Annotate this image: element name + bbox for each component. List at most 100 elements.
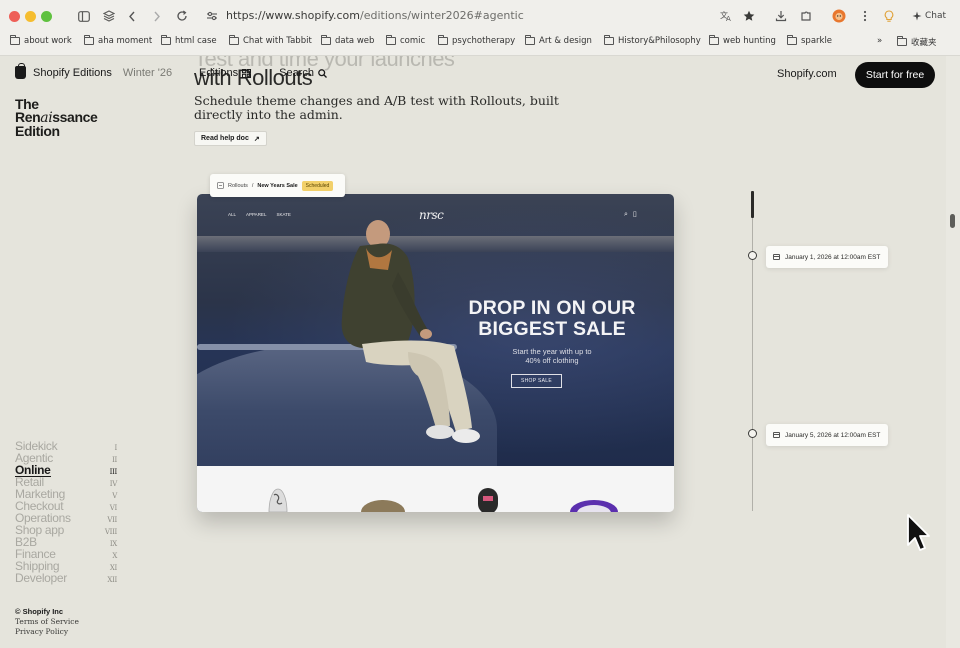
bookmark-folder[interactable]: comic	[386, 35, 425, 46]
mouse-cursor-icon	[907, 514, 930, 551]
browser-chrome: https://www.shopify.com/editions/winter2…	[0, 0, 960, 56]
editions-menu[interactable]: Editions	[199, 67, 252, 79]
page-scrollbar[interactable]	[946, 56, 960, 648]
url-path: /editions/winter2026#agentic	[360, 9, 524, 22]
extensions-icon[interactable]	[795, 5, 817, 27]
product-strip	[197, 466, 674, 512]
bookmark-folder[interactable]: Chat with Tabbit	[229, 35, 312, 46]
start-for-free-button[interactable]: Start for free	[855, 62, 935, 88]
status-badge: Scheduled	[301, 180, 334, 191]
product-image	[268, 488, 288, 512]
bookmark-folder[interactable]: psychotherapy	[438, 35, 515, 46]
shopify-com-link[interactable]: Shopify.com	[777, 68, 837, 80]
bookmark-folder[interactable]: web hunting	[709, 35, 776, 46]
fullscreen-window-button[interactable]	[41, 11, 52, 22]
folder-icon	[321, 35, 331, 45]
site-settings-icon[interactable]	[201, 5, 223, 27]
bookmarks-bar: about work aha moment html case Chat wit…	[0, 32, 960, 54]
footer: © Shopify Inc Terms of Service Privacy P…	[15, 607, 79, 637]
store-nav-link: SKATE	[276, 212, 291, 217]
bookmark-folder[interactable]: data web	[321, 35, 374, 46]
product-image	[361, 500, 405, 512]
sidebar-item-developer[interactable]: Developer XII	[15, 572, 117, 584]
folder-icon	[84, 35, 94, 45]
calendar-icon	[773, 432, 780, 438]
store-nav: ALL APPAREL SKATE nrsc ⌕ ▯	[197, 208, 674, 222]
search-icon	[318, 68, 327, 78]
product-image	[478, 488, 498, 512]
lightbulb-icon[interactable]	[878, 5, 900, 27]
shopify-bag-icon	[15, 63, 26, 79]
bookmarks-overflow-button[interactable]: »	[877, 36, 882, 46]
store-nav-link: APPAREL	[246, 212, 267, 217]
external-arrow-icon: ↗	[253, 135, 260, 143]
download-icon[interactable]	[770, 5, 792, 27]
back-icon[interactable]	[121, 5, 143, 27]
bookmark-folder[interactable]: aha moment	[84, 35, 152, 46]
timeline-node[interactable]	[748, 429, 757, 438]
scrollbar-thumb[interactable]	[950, 214, 955, 228]
sparkle-icon	[912, 11, 922, 21]
timeline-line	[752, 218, 753, 511]
chat-label: Chat	[924, 11, 947, 21]
folder-icon	[438, 35, 448, 45]
read-help-doc-button[interactable]: Read help doc ↗	[194, 131, 267, 146]
folder-icon	[604, 35, 614, 45]
url-host: https://www.shopify.com	[226, 9, 360, 22]
folder-icon	[709, 35, 719, 45]
profile-avatar-icon[interactable]	[828, 5, 850, 27]
reload-icon[interactable]	[171, 5, 193, 27]
address-bar[interactable]: https://www.shopify.com/editions/winter2…	[226, 9, 524, 22]
folder-icon	[229, 35, 239, 45]
timeline-node[interactable]	[748, 251, 757, 260]
copyright: © Shopify Inc	[15, 607, 64, 616]
bookmark-folder[interactable]: Art & design	[525, 35, 592, 46]
store-search-icon: ⌕	[624, 210, 628, 218]
minimize-window-button[interactable]	[25, 11, 36, 22]
schedule-date-card[interactable]: January 5, 2026 at 12:00am EST	[766, 424, 889, 446]
bookmark-folder[interactable]: html case	[161, 35, 217, 46]
bookmark-star-icon[interactable]	[738, 5, 760, 27]
store-cart-icon: ▯	[632, 210, 637, 218]
folder-icon	[525, 35, 535, 45]
schedule-date-card[interactable]: January 1, 2026 at 12:00am EST	[766, 246, 889, 268]
hero-photo: ALL APPAREL SKATE nrsc ⌕ ▯ DROP IN ON OU…	[197, 194, 674, 512]
close-window-button[interactable]	[9, 11, 20, 22]
edition-label: Winter '26	[122, 66, 173, 79]
bookmark-folder[interactable]: 收藏夹	[897, 36, 937, 48]
bookmark-folder[interactable]: about work	[10, 35, 72, 46]
terms-link[interactable]: Terms of Service	[15, 617, 79, 627]
rollouts-icon	[217, 182, 224, 189]
tab-stack-icon[interactable]	[98, 5, 120, 27]
header-nav: Editions Search	[199, 67, 327, 79]
sale-subhead: Start the year with up to 40% off clothi…	[512, 347, 592, 365]
page-content: Test and time your launches with Rollout…	[0, 56, 946, 648]
shop-sale-button: SHOP SALE	[511, 374, 562, 388]
store-logo: nrsc	[419, 208, 444, 222]
folder-icon	[897, 36, 907, 46]
hero-subtitle: Schedule theme changes and A/B test with…	[194, 93, 559, 122]
svg-text:A: A	[726, 15, 731, 22]
folder-icon	[386, 35, 396, 45]
sidebar-toggle-icon[interactable]	[73, 5, 95, 27]
editions-logo[interactable]: Shopify Editions Winter '26	[15, 63, 173, 79]
folder-icon	[787, 35, 797, 45]
rollout-breadcrumb-card: Rollouts / New Years Sale Scheduled	[210, 174, 345, 197]
sale-headline: DROP IN ON OUR BIGGEST SALE	[468, 297, 636, 340]
edition-title: The Renaissance Edition	[15, 96, 98, 139]
bookmark-folder[interactable]: History&Philosophy	[604, 35, 701, 46]
more-menu-icon[interactable]	[854, 5, 876, 27]
privacy-link[interactable]: Privacy Policy	[15, 627, 79, 637]
folder-icon	[161, 35, 171, 45]
bookmark-folder[interactable]: sparkle	[787, 35, 832, 46]
timeline-progress	[751, 191, 754, 218]
search-link[interactable]: Search	[279, 67, 327, 79]
forward-icon[interactable]	[146, 5, 168, 27]
translate-icon[interactable]: 文A	[715, 5, 737, 27]
store-nav-link: ALL	[228, 212, 237, 217]
section-nav: Sidekick I Agentic II Online III Retail IV M…	[15, 440, 117, 584]
brand-name: Shopify Editions	[33, 66, 112, 79]
store-preview-mockup: ALL APPAREL SKATE nrsc ⌕ ▯ DROP IN ON OU…	[197, 194, 674, 512]
chat-button[interactable]: Chat	[904, 7, 954, 25]
product-image	[570, 500, 618, 512]
